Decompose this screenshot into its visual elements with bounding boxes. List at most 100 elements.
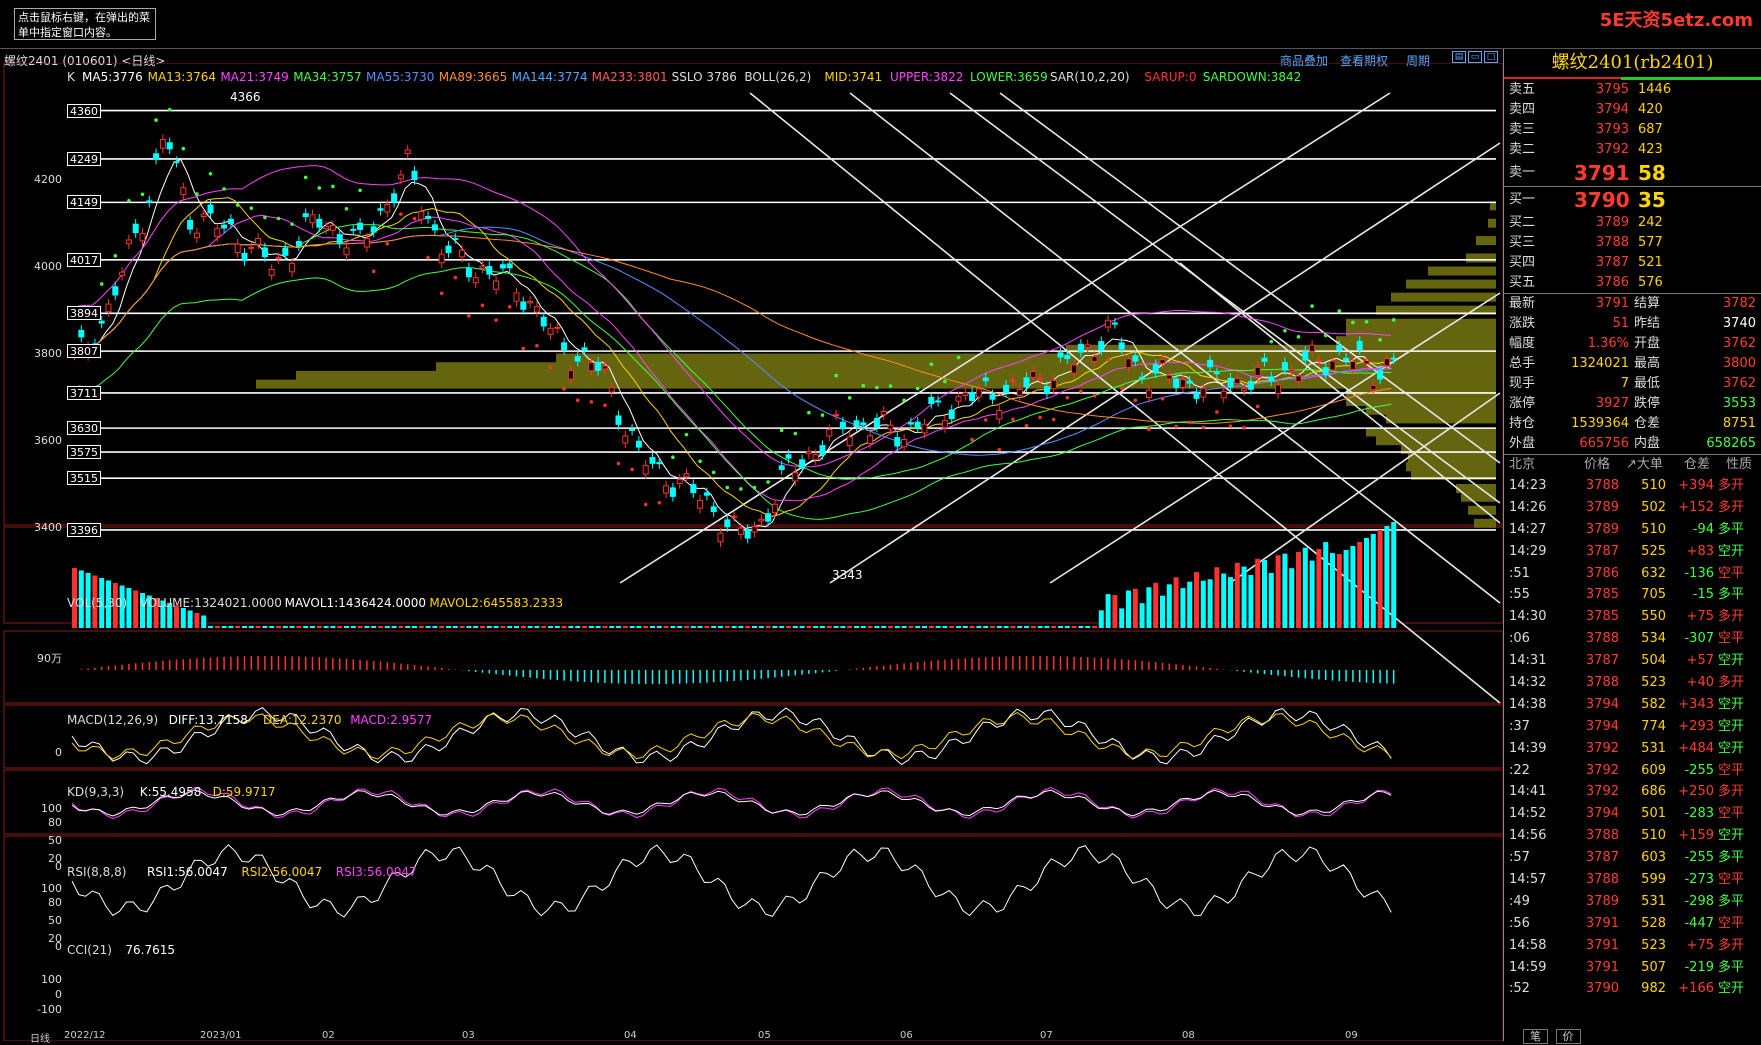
candle-body xyxy=(1159,359,1166,364)
volume-bar xyxy=(765,626,771,628)
trade-row: :55 3785 705 -15 多平 xyxy=(1504,584,1761,606)
trade-row: 14:52 3794 501 -283 空平 xyxy=(1504,803,1761,825)
volume-bar xyxy=(1024,626,1029,628)
candle-body xyxy=(656,462,663,465)
p-text: 3789 xyxy=(1585,521,1619,537)
volume-bar xyxy=(187,610,193,628)
volume-bar xyxy=(1126,590,1131,628)
candle-body xyxy=(1302,350,1309,361)
candle-body xyxy=(533,306,540,313)
candle-body xyxy=(663,485,670,494)
candle-body xyxy=(78,329,85,338)
ask-row[interactable]: 卖三 3793 687 xyxy=(1504,120,1761,140)
volume-bar xyxy=(344,626,349,628)
lab-text: 卖三 xyxy=(1509,122,1536,137)
main_indicator-item: MA144:3774 xyxy=(511,70,588,84)
volume-bar xyxy=(1248,574,1254,628)
bid-row[interactable]: 买一 3790 35 xyxy=(1504,187,1761,213)
price-axis-label: 4200 xyxy=(34,173,62,187)
volume-profile-bar xyxy=(1468,505,1496,515)
sar-dot xyxy=(140,192,145,197)
n-text: 多平 xyxy=(1718,893,1745,909)
candle-body xyxy=(1016,388,1023,396)
bid-row[interactable]: 买四 3787 521 xyxy=(1504,253,1761,273)
candle-body xyxy=(1050,379,1057,390)
kline-chart[interactable] xyxy=(0,63,1503,1041)
candle-body xyxy=(683,473,690,478)
vol-text: 521 xyxy=(1638,255,1663,270)
date-label: 2023/01 xyxy=(200,1030,242,1041)
lab-text: 卖五 xyxy=(1509,82,1536,97)
n-text: 空开 xyxy=(1718,543,1745,559)
volume-bar xyxy=(391,626,397,628)
v1-text: 665756 xyxy=(1579,436,1629,451)
candle-body xyxy=(1383,358,1390,367)
volume-bar xyxy=(378,626,383,628)
v-text: 523 xyxy=(1641,937,1666,953)
ask-row[interactable]: 卖五 3795 1446 xyxy=(1504,80,1761,100)
c-text: +159 xyxy=(1678,828,1714,844)
layout-icon[interactable]: ▤ xyxy=(1452,51,1466,63)
rsi-axis-label: 80 xyxy=(48,896,62,909)
sar-dot xyxy=(208,171,213,176)
price-axis-label: 4000 xyxy=(34,260,62,274)
bid-row[interactable]: 买二 3789 242 xyxy=(1504,213,1761,233)
tab-price[interactable]: 价 xyxy=(1555,1029,1581,1044)
volume-bar xyxy=(1323,542,1329,628)
lab-text: 卖四 xyxy=(1509,102,1536,117)
tab-tick[interactable]: 笔 xyxy=(1523,1029,1548,1044)
n-text: 空开 xyxy=(1718,653,1745,669)
rsi-axis-label: 100 xyxy=(41,882,62,895)
lab-text: 买三 xyxy=(1509,235,1536,250)
candle-body xyxy=(1309,344,1316,352)
date-label: 04 xyxy=(624,1030,637,1041)
volume-bar xyxy=(1003,626,1009,628)
candle-body xyxy=(268,268,275,276)
volume-bar xyxy=(486,626,492,628)
trade-row: 14:38 3794 582 +343 空开 xyxy=(1504,694,1761,716)
n-text: 空开 xyxy=(1718,981,1745,997)
ask-row[interactable]: 卖一 3791 58 xyxy=(1504,160,1761,186)
restore-icon[interactable]: ▭ xyxy=(1468,51,1482,63)
volume-profile-bar xyxy=(1428,266,1496,276)
candle-body xyxy=(601,365,608,370)
date-label: 03 xyxy=(462,1030,475,1041)
volume-bar xyxy=(412,626,417,628)
bid-row[interactable]: 买三 3788 577 xyxy=(1504,233,1761,253)
p-text: 3787 xyxy=(1585,543,1619,559)
t-text: :52 xyxy=(1509,981,1530,997)
volume-bar xyxy=(493,626,499,628)
ask-row[interactable]: 卖二 3792 423 xyxy=(1504,140,1761,160)
candle-body xyxy=(1288,369,1295,372)
ask-row[interactable]: 卖四 3794 420 xyxy=(1504,100,1761,120)
sar-dot xyxy=(249,206,254,210)
sar-dot xyxy=(99,282,104,286)
candle-body xyxy=(329,225,336,231)
volume-bar xyxy=(1078,626,1084,628)
candle-body xyxy=(119,271,126,276)
rsi_indicator-item: RSI3:56.0047 xyxy=(335,865,417,879)
v2-text: 3762 xyxy=(1722,376,1756,391)
date-label: 07 xyxy=(1040,1030,1053,1041)
c-text: +57 xyxy=(1686,653,1714,669)
maximize-icon[interactable]: □ xyxy=(1484,51,1498,63)
candle-body xyxy=(1370,384,1377,391)
rsi-axis-label: 50 xyxy=(48,914,62,927)
volume-bar xyxy=(738,626,744,628)
v-text: 504 xyxy=(1641,653,1666,669)
main_indicator-item: MA34:3757 xyxy=(293,70,362,84)
p-text: 3794 xyxy=(1585,806,1619,822)
n-text: 多平 xyxy=(1718,521,1745,537)
volume-bar xyxy=(1268,572,1274,628)
l2-text: 昨结 xyxy=(1634,316,1661,331)
candle-body xyxy=(833,414,840,417)
candle-body xyxy=(472,277,479,284)
n-text: 空开 xyxy=(1718,718,1745,734)
sar-dot xyxy=(385,241,390,246)
v1-text: 51 xyxy=(1612,316,1629,331)
bid-row[interactable]: 买五 3786 576 xyxy=(1504,273,1761,293)
n-text: 空平 xyxy=(1718,915,1745,931)
candle-body xyxy=(1247,381,1254,390)
sar-dot xyxy=(222,187,226,191)
trade-row: 14:30 3785 550 +75 多开 xyxy=(1504,606,1761,628)
